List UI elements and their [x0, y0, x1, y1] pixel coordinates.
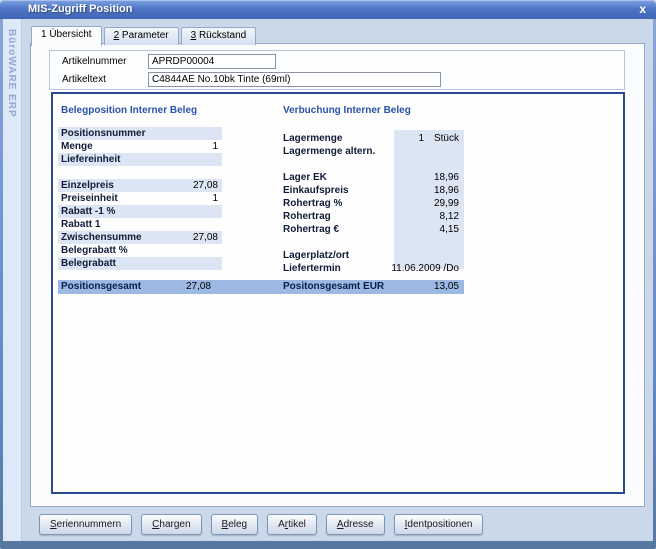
- brand-vertical-text: BüroWARE ERP: [6, 29, 17, 118]
- beleg-button[interactable]: Beleg: [211, 514, 259, 535]
- artikeltext-input[interactable]: [148, 72, 441, 87]
- row-liefertermin: Liefertermin 11.06.2009 /Do: [283, 262, 464, 275]
- tab-parameter[interactable]: 2 Parameter: [104, 27, 179, 45]
- close-icon[interactable]: x: [639, 2, 646, 16]
- seriennummern-button[interactable]: Seriennummern: [39, 514, 132, 535]
- row-zwischensumme: Zwischensumme 27,08: [58, 231, 222, 244]
- window-title: MIS-Zugriff Position: [28, 3, 132, 15]
- totals-row: Positionsgesamt 27,08 Positonsgesamt EUR…: [58, 280, 464, 294]
- positionsgesamt-label: Positionsgesamt: [61, 281, 141, 292]
- brand-sidebar: BüroWARE ERP: [3, 19, 22, 541]
- positionsgesamt-eur-label: Positonsgesamt EUR: [283, 281, 384, 292]
- row-positionsnummer: Positionsnummer: [58, 127, 222, 140]
- title-bar: MIS-Zugriff Position x: [0, 0, 656, 19]
- article-fields-box: Artikelnummer Artikeltext: [49, 50, 625, 90]
- positionsgesamt-value: 27,08: [138, 281, 211, 292]
- row-rohertrag: Rohertrag 8,12: [283, 210, 464, 223]
- row-menge: Menge 1: [58, 140, 222, 153]
- row-einzelpreis: Einzelpreis 27,08: [58, 179, 222, 192]
- row-belegrabatt-prozent: Belegrabatt %: [58, 244, 222, 257]
- row-lager-ek: Lager EK 18,96: [283, 171, 464, 184]
- tab-panel-uebersicht: Artikelnummer Artikeltext Belegposition …: [30, 43, 645, 507]
- row-lagermenge-altern: Lagermenge altern.: [283, 145, 464, 158]
- positionsgesamt-eur-value: 13,05: [434, 281, 459, 292]
- artikelnummer-input[interactable]: [148, 54, 276, 69]
- artikel-button[interactable]: Artikel: [267, 514, 317, 535]
- artikelnummer-row: Artikelnummer: [62, 54, 624, 69]
- row-rohertrag-prozent: Rohertrag % 29,99: [283, 197, 464, 210]
- right-section-header: Verbuchung Interner Beleg: [283, 105, 411, 116]
- artikeltext-row: Artikeltext: [62, 72, 624, 87]
- artikelnummer-label: Artikelnummer: [62, 56, 148, 67]
- chargen-button[interactable]: Chargen: [141, 514, 201, 535]
- row-belegrabatt: Belegrabatt: [58, 257, 222, 270]
- identpositionen-button[interactable]: Identpositionen: [394, 514, 484, 535]
- row-rabatt-prozent: Rabatt -1 %: [58, 205, 222, 218]
- row-einkaufspreis: Einkaufspreis 18,96: [283, 184, 464, 197]
- left-rows: Positionsnummer Menge 1 Liefereinheit Ei…: [58, 127, 222, 270]
- tab-uebersicht[interactable]: 1 Übersicht: [31, 26, 102, 46]
- left-section-header: Belegposition Interner Beleg: [61, 105, 197, 116]
- tab-bar: 1 Übersicht 2 Parameter 3 Rückstand: [31, 27, 256, 46]
- mis-zugriff-window: MIS-Zugriff Position x BüroWARE ERP 1 Üb…: [0, 0, 656, 549]
- row-lagerplatz: Lagerplatz/ort: [283, 249, 464, 262]
- position-detail-panel: Belegposition Interner Beleg Verbuchung …: [51, 92, 625, 494]
- window-body: BüroWARE ERP 1 Übersicht 2 Parameter 3 R…: [3, 19, 653, 541]
- button-bar: Seriennummern Chargen Beleg Artikel Adre…: [39, 514, 483, 535]
- row-lagermenge: Lagermenge 1 Stück: [283, 132, 464, 145]
- artikeltext-label: Artikeltext: [62, 74, 148, 85]
- tab-rueckstand[interactable]: 3 Rückstand: [181, 27, 257, 45]
- row-preiseinheit: Preiseinheit 1: [58, 192, 222, 205]
- row-liefereinheit: Liefereinheit: [58, 153, 222, 166]
- adresse-button[interactable]: Adresse: [326, 514, 385, 535]
- row-rabatt-1: Rabatt 1: [58, 218, 222, 231]
- row-rohertrag-eur: Rohertrag € 4,15: [283, 223, 464, 236]
- right-rows: Lagermenge 1 Stück Lagermenge altern. La…: [283, 132, 464, 275]
